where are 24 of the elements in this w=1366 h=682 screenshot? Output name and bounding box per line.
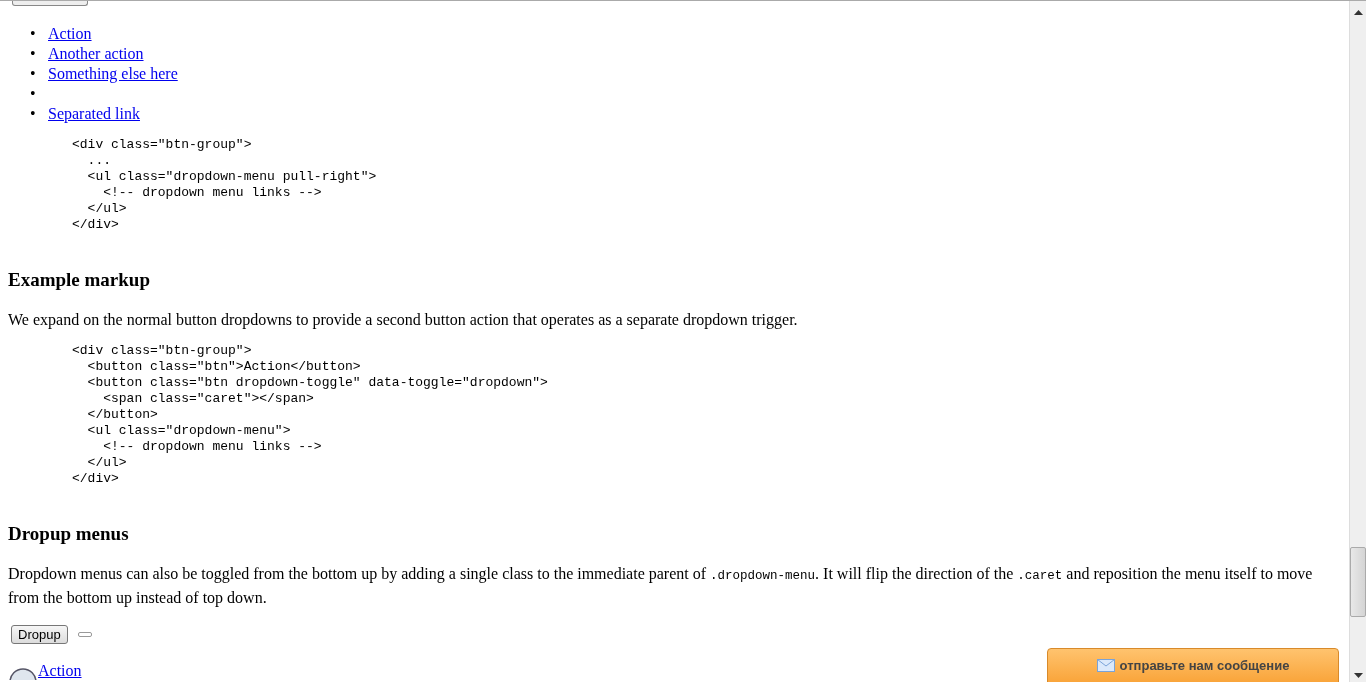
caret-button[interactable] [77, 632, 92, 637]
envelope-icon [1096, 659, 1115, 672]
menu-link[interactable]: Separated link [48, 104, 140, 124]
code-text: <div class="btn-group"> <button class="btn">Action</button> <button class="btn dropdown-toggle" data-toggle="dropdown"> <span class="caret"></span> </button> <ul class="dropdown-menu"> <!-- dropdown menu links --> </ul> </div> [72, 343, 548, 487]
menu-link[interactable]: Action [38, 662, 82, 680]
scroll-thumb[interactable] [1350, 547, 1366, 617]
bullet: • [30, 24, 37, 44]
bullet: • [30, 104, 37, 124]
scroll-up-icon[interactable] [1353, 10, 1363, 15]
section-heading: Dropup menus [8, 523, 130, 545]
scrollbar[interactable] [1349, 1, 1366, 682]
menu-link[interactable]: Something else here [48, 64, 178, 84]
bullet: • [30, 44, 37, 64]
feedback-button[interactable]: отправьте нам сообщение [1047, 648, 1339, 682]
dropup-button[interactable]: Dropup [11, 625, 68, 644]
code-text: <div class="btn-group"> ... <ul class="dropdown-menu pull-right"> <!-- dropdown menu links --> </ul> </div> [72, 137, 377, 233]
bullet: • [30, 84, 37, 104]
bullet: • [30, 64, 37, 84]
cut-off-button[interactable] [12, 1, 88, 6]
menu-link[interactable]: Action [48, 24, 92, 44]
menu-link[interactable]: Another action [48, 44, 144, 64]
scroll-down-icon[interactable] [1353, 673, 1363, 678]
section-heading: Example markup [8, 269, 151, 291]
paragraph: We expand on the normal button dropdowns to provide a second button action that operates as a separate dropdown trigger. [8, 310, 799, 330]
